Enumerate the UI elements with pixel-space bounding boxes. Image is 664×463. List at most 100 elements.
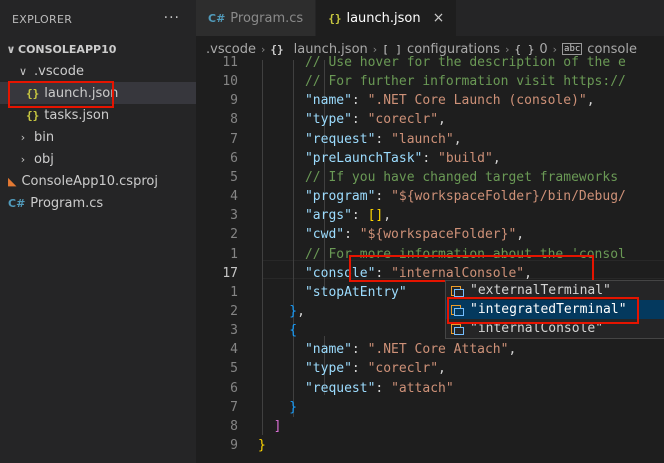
line-code: "type": "coreclr", bbox=[258, 110, 446, 129]
tree-item-folder-obj[interactable]: › obj bbox=[0, 148, 196, 170]
tab-launch-json[interactable]: {} launch.json × bbox=[316, 0, 458, 36]
token-punct: : bbox=[351, 342, 368, 358]
console-line-highlight-box bbox=[349, 255, 594, 282]
token-key: "type" bbox=[258, 361, 352, 377]
tab-label: launch.json bbox=[346, 10, 421, 26]
token-punct: : bbox=[375, 189, 392, 205]
chevron-right-icon: › bbox=[20, 152, 26, 166]
chevron-right-icon: › bbox=[20, 130, 26, 144]
line-code: ] bbox=[258, 417, 282, 436]
line-code: } bbox=[258, 436, 266, 455]
token-key: "type" bbox=[258, 112, 352, 128]
token-brace2: } bbox=[258, 399, 298, 415]
code-line: 10 // For further information visit http… bbox=[196, 72, 664, 91]
code-line: 4 "name": ".NET Core Attach", bbox=[196, 340, 664, 359]
token-comment: // Use hover for the description of the … bbox=[258, 55, 626, 70]
line-number: 2 bbox=[230, 303, 238, 319]
project-folder-header[interactable]: ∨ CONSOLEAPP10 bbox=[0, 38, 196, 60]
line-code: "program": "${workspaceFolder}/bin/Debug… bbox=[258, 187, 626, 206]
line-number: 4 bbox=[230, 189, 238, 205]
tree-item-label: ConsoleApp10.csproj bbox=[21, 173, 158, 189]
code-line: 4 "program": "${workspaceFolder}/bin/Deb… bbox=[196, 187, 664, 206]
project-name: CONSOLEAPP10 bbox=[18, 42, 117, 56]
token-brace2: } bbox=[258, 303, 298, 319]
token-str: ".NET Core Attach" bbox=[367, 342, 509, 358]
code-line: 7 } bbox=[196, 398, 664, 417]
token-punct: : bbox=[351, 361, 368, 377]
line-code: "cwd": "${workspaceFolder}", bbox=[258, 225, 524, 244]
token-key: "args" bbox=[258, 208, 352, 224]
token-key: "name" bbox=[258, 342, 352, 358]
line-number: 1 bbox=[230, 284, 238, 300]
line-number: 3 bbox=[230, 323, 238, 339]
tree-item-folder-bin[interactable]: › bin bbox=[0, 126, 196, 148]
line-code: // Use hover for the description of the … bbox=[258, 53, 626, 72]
json-file-icon: {} bbox=[328, 11, 342, 25]
close-icon[interactable]: × bbox=[433, 10, 445, 26]
line-number: 9 bbox=[230, 438, 238, 453]
code-line: 3 "args": [], bbox=[196, 206, 664, 225]
code-line: 5 // If you have changed target framewor… bbox=[196, 168, 664, 187]
token-punct: , bbox=[453, 131, 462, 147]
token-str: "${workspaceFolder}/bin/Debug/ bbox=[391, 189, 626, 205]
line-code: // For further information visit https:/… bbox=[258, 72, 626, 91]
csharp-file-icon: C# bbox=[8, 196, 26, 210]
token-punct: : bbox=[344, 227, 360, 243]
line-code: "name": ".NET Core Launch (console)", bbox=[258, 91, 595, 110]
token-str: "coreclr" bbox=[367, 361, 439, 377]
tree-item-label: bin bbox=[34, 129, 55, 145]
line-number: 2 bbox=[230, 227, 238, 243]
line-number: 9 bbox=[230, 93, 238, 109]
line-number: 6 bbox=[230, 150, 238, 166]
tab-label: Program.cs bbox=[230, 10, 304, 26]
line-number: 17 bbox=[222, 265, 238, 281]
tab-program-cs[interactable]: C# Program.cs bbox=[196, 0, 317, 36]
token-key: "cwd" bbox=[258, 227, 345, 243]
line-number: 1 bbox=[230, 246, 238, 262]
line-number: 3 bbox=[230, 208, 238, 224]
line-number: 10 bbox=[222, 74, 238, 90]
token-punct: , bbox=[516, 227, 525, 243]
token-key: "request" bbox=[258, 131, 376, 147]
tree-item-label: tasks.json bbox=[44, 107, 110, 123]
line-code: }, bbox=[258, 302, 305, 321]
code-line: 11 // Use hover for the description of t… bbox=[196, 53, 664, 72]
token-str: "${workspaceFolder}" bbox=[359, 227, 517, 243]
token-key: "program" bbox=[258, 189, 376, 205]
token-punct: , bbox=[438, 361, 446, 377]
tree-item-file-csproj[interactable]: ◣ ConsoleApp10.csproj bbox=[0, 170, 196, 192]
token-punct: : bbox=[422, 150, 439, 166]
token-punct: , bbox=[297, 303, 305, 319]
enum-value-icon bbox=[450, 285, 464, 297]
line-number: 8 bbox=[230, 418, 238, 434]
more-actions-icon[interactable]: ··· bbox=[164, 10, 180, 26]
code-line: 8 ] bbox=[196, 417, 664, 436]
enum-value-icon bbox=[450, 323, 464, 335]
line-number: 5 bbox=[230, 169, 238, 185]
token-punct: , bbox=[383, 208, 392, 224]
tree-item-file-program-cs[interactable]: C# Program.cs bbox=[0, 192, 196, 214]
token-key: "stopAtEntry" bbox=[258, 284, 407, 300]
token-str: "build" bbox=[438, 150, 493, 166]
tree-item-folder-vscode[interactable]: ∨ .vscode bbox=[0, 60, 196, 82]
code-line: 6 "request": "attach" bbox=[196, 379, 664, 398]
line-code: // If you have changed target frameworks bbox=[258, 168, 618, 187]
line-code: "name": ".NET Core Attach", bbox=[258, 340, 516, 359]
token-punct: , bbox=[438, 112, 446, 128]
token-comment: // For further information visit https:/… bbox=[258, 74, 626, 90]
token-punct: , bbox=[492, 150, 501, 166]
token-punct: : bbox=[375, 380, 392, 396]
token-punct: : bbox=[351, 112, 368, 128]
code-line: 2 "cwd": "${workspaceFolder}", bbox=[196, 225, 664, 244]
line-code: "request": "launch", bbox=[258, 130, 462, 149]
line-number: 5 bbox=[230, 361, 238, 377]
line-code: "stopAtEntry" bbox=[258, 283, 407, 302]
token-str: "coreclr" bbox=[367, 112, 439, 128]
tree-item-label: .vscode bbox=[34, 63, 84, 79]
project-file-icon: ◣ bbox=[8, 174, 17, 188]
token-punct: : bbox=[351, 208, 368, 224]
line-code: { bbox=[258, 321, 297, 340]
token-punct: , bbox=[508, 342, 517, 358]
tree-item-label: Program.cs bbox=[30, 195, 104, 211]
token-str: ".NET Core Launch (console)" bbox=[367, 93, 587, 109]
